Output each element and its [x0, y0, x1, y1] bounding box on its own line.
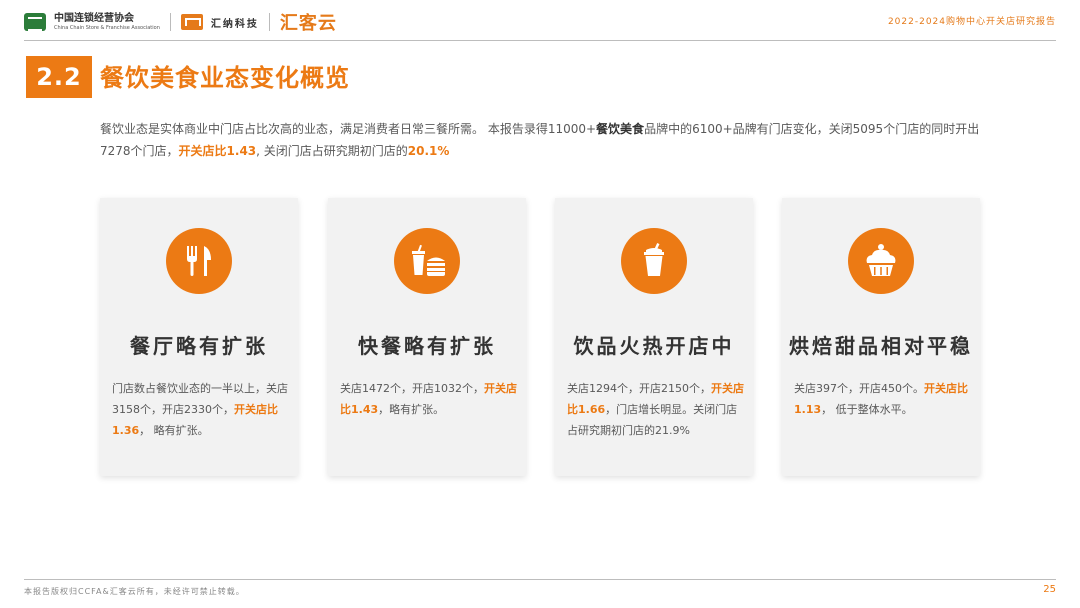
intro-highlight-percent: 20.1% [407, 144, 450, 158]
card-description: 门店数占餐饮业态的一半以上，关店3158个，开店2330个，开关店比1.36， … [112, 378, 290, 441]
intro-paragraph: 餐饮业态是实体商业中门店占比次高的业态，满足消费者日常三餐所需。 本报告录得11… [100, 118, 1000, 162]
card-desc-text: 关店397个，开店450个。 [794, 382, 924, 395]
ccfa-name-en: China Chain Store & Franchise Associatio… [54, 24, 160, 31]
section-title: 餐饮美食业态变化概览 [100, 64, 350, 92]
intro-highlight-ratio: 开关店比1.43 [178, 144, 257, 158]
fork-knife-icon [166, 228, 232, 294]
card-description: 关店1472个，开店1032个，开关店比1.43，略有扩张。 [340, 378, 518, 420]
fast-food-icon [394, 228, 460, 294]
footer-divider [24, 579, 1056, 580]
cupcake-icon [848, 228, 914, 294]
header-divider [24, 40, 1056, 41]
card-title: 饮品火热开店中 [573, 334, 735, 358]
huikeyun-logo-text: 汇客云 [279, 13, 337, 34]
logo-group: 中国连锁经营协会 China Chain Store & Franchise A… [24, 10, 337, 34]
card-bakery: 烘焙甜品相对平稳 关店397个，开店450个。开关店比1.13， 低于整体水平。 [782, 198, 980, 476]
card-description: 关店1294个，开店2150个，开关店比1.66，门店增长明显。关闭门店占研究期… [567, 378, 745, 441]
ccfa-name-cn: 中国连锁经营协会 [54, 12, 134, 24]
card-drinks: 饮品火热开店中 关店1294个，开店2150个，开关店比1.66，门店增长明显。… [555, 198, 753, 476]
card-desc-text: 关店1294个，开店2150个， [567, 382, 711, 395]
intro-text-1: 餐饮业态是实体商业中门店占比次高的业态，满足消费者日常三餐所需。 本报告录得11… [100, 122, 597, 136]
copyright-notice: 本报告版权归CCFA&汇客云所有，未经许可禁止转载。 [24, 587, 245, 596]
card-description: 关店397个，开店450个。开关店比1.13， 低于整体水平。 [794, 378, 972, 420]
intro-text-3: , 关闭门店占研究期初门店的 [256, 144, 408, 158]
report-title: 2022-2024购物中心开关店研究报告 [887, 17, 1056, 27]
intro-bold-category: 餐饮美食 [596, 122, 645, 136]
card-desc-text: ， 略有扩张。 [139, 424, 209, 437]
logo-divider [268, 13, 270, 31]
card-fast-food: 快餐略有扩张 关店1472个，开店1032个，开关店比1.43，略有扩张。 [328, 198, 526, 476]
card-title: 烘焙甜品相对平稳 [789, 334, 973, 358]
huina-logo-icon [180, 14, 203, 30]
card-desc-text: ，略有扩张。 [378, 403, 445, 416]
page-number: 25 [1043, 584, 1056, 595]
ccfa-logo-text: 中国连锁经营协会 China Chain Store & Franchise A… [54, 12, 160, 31]
drink-cup-icon [621, 228, 687, 294]
page-header: 中国连锁经营协会 China Chain Store & Franchise A… [0, 0, 1080, 40]
huina-logo-text: 汇纳科技 [210, 18, 259, 30]
ccfa-logo-icon [24, 13, 46, 31]
card-title: 餐厅略有扩张 [130, 334, 268, 358]
card-desc-text: ， 低于整体水平。 [821, 403, 913, 416]
card-title: 快餐略有扩张 [358, 334, 496, 358]
card-restaurant: 餐厅略有扩张 门店数占餐饮业态的一半以上，关店3158个，开店2330个，开关店… [100, 198, 298, 476]
logo-divider [169, 13, 171, 31]
card-desc-text: 关店1472个，开店1032个， [340, 382, 484, 395]
section-number: 2.2 [26, 56, 92, 98]
